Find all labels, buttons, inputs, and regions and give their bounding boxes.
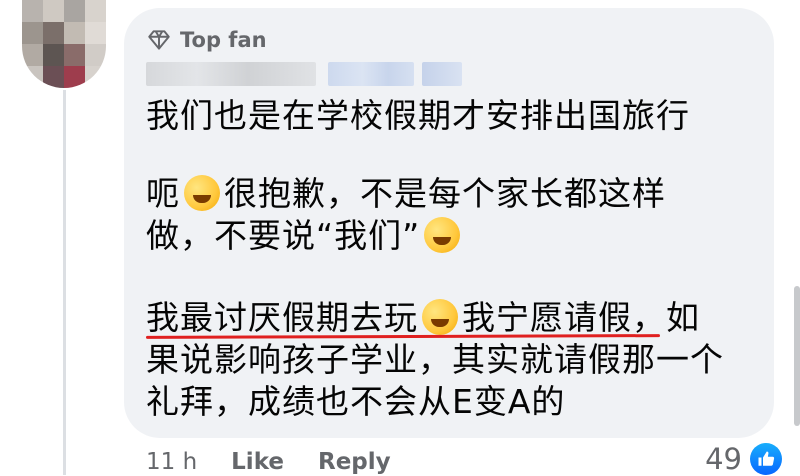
comment-line-1: 我们也是在学校假期才安排出国旅行 xyxy=(146,96,690,135)
diamond-icon xyxy=(148,30,170,50)
comment-line-5: 果说影响孩子学业，其实就请假那一个 xyxy=(146,340,724,379)
comment-text: 呃 xyxy=(146,174,180,213)
comment-line-2: 呃 很抱歉，不是每个家长都这样 xyxy=(146,174,756,214)
reply-button[interactable]: Reply xyxy=(318,449,391,475)
comment-text: 我最讨厌假期去玩 xyxy=(146,298,418,337)
comment-line-3: 做，不要说“我们” xyxy=(146,216,756,256)
comment-line-4: 我最讨厌假期去玩 我宁愿请假，如 xyxy=(146,298,756,338)
timestamp[interactable]: 11 h xyxy=(146,449,197,475)
reaction-summary[interactable]: 49 xyxy=(705,441,782,476)
scrollbar[interactable] xyxy=(794,286,800,426)
like-icon xyxy=(750,442,782,475)
like-button[interactable]: Like xyxy=(231,449,284,475)
comment-text: 很抱歉，不是每个家长都这样 xyxy=(224,174,666,213)
author-name[interactable] xyxy=(146,62,316,86)
comment-actions: 11 h Like Reply xyxy=(146,448,391,475)
thread-line xyxy=(63,90,66,475)
thinking-face-icon xyxy=(184,175,220,211)
grinning-sweat-face-icon xyxy=(422,299,458,335)
top-fan-label: Top fan xyxy=(180,28,267,52)
reaction-count: 49 xyxy=(705,441,742,476)
author-name-blurred-link-end[interactable] xyxy=(422,62,462,86)
top-fan-badge: Top fan xyxy=(146,26,267,54)
comment-text: 做，不要说“我们” xyxy=(146,216,421,255)
author-name-blurred-link[interactable] xyxy=(328,62,414,86)
comment-text: 我宁愿请假，如 xyxy=(462,298,700,337)
rolling-laughing-face-icon xyxy=(424,217,461,253)
comment-line-6: 礼拜，成绩也不会从E变A的 xyxy=(146,382,566,421)
avatar[interactable] xyxy=(22,0,106,88)
